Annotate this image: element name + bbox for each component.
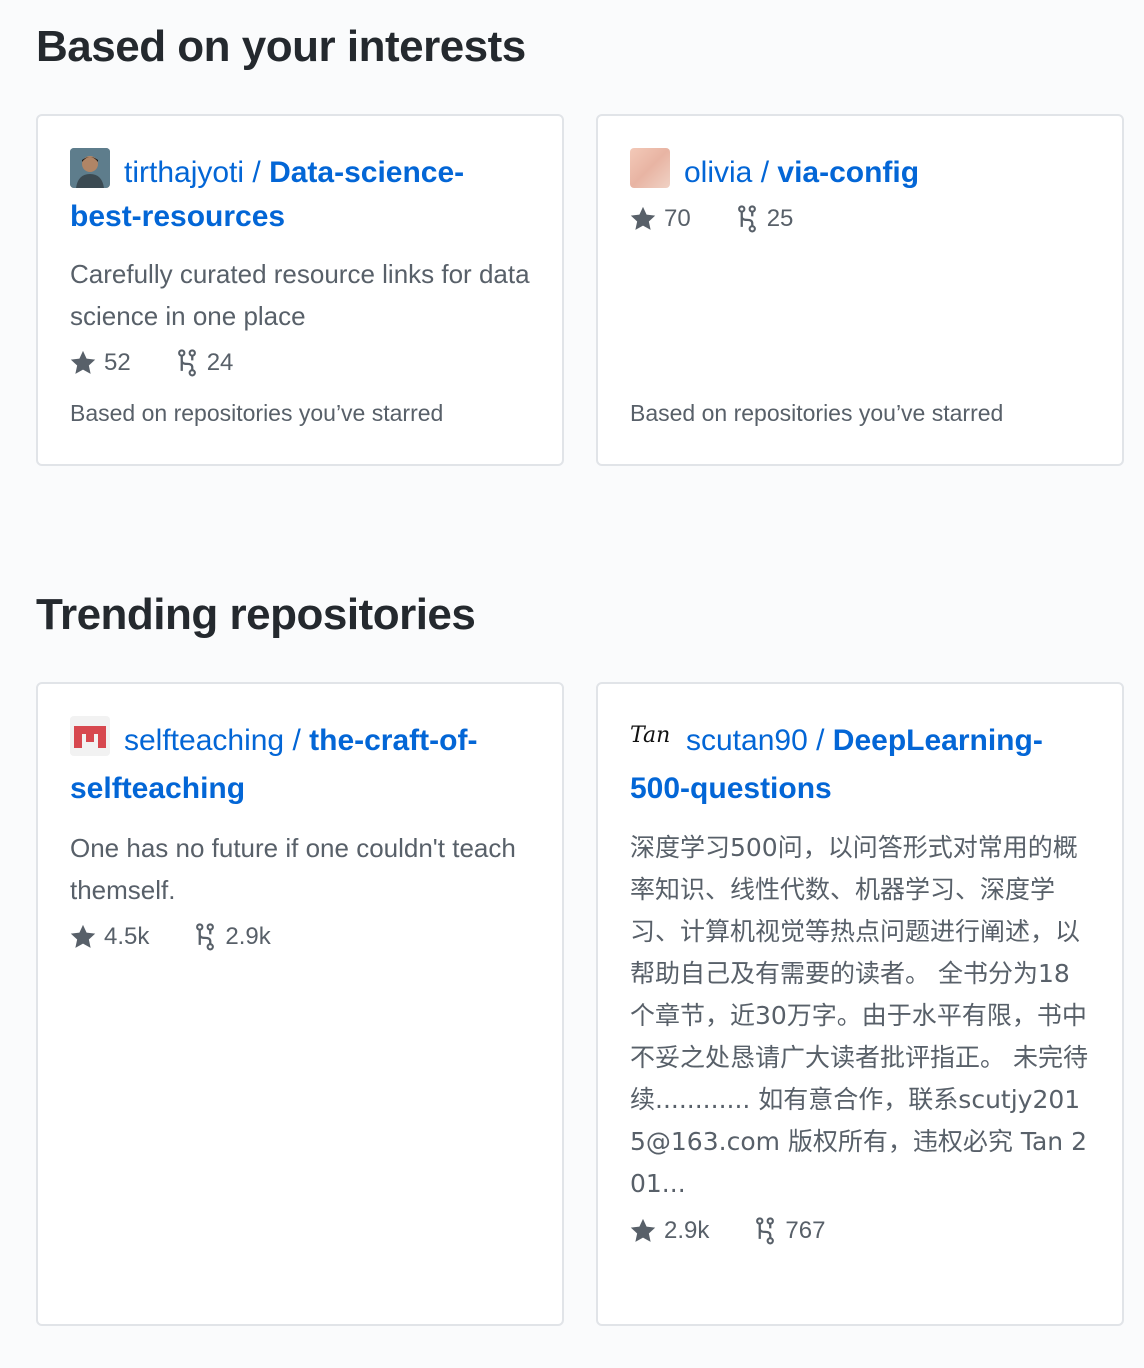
- star-icon: [630, 1218, 656, 1242]
- fork-count[interactable]: 25: [735, 205, 794, 233]
- star-count-value: 52: [104, 349, 131, 376]
- repo-link[interactable]: selfteaching / the-craft-of-selfteaching: [70, 716, 530, 813]
- owner-avatar[interactable]: [70, 716, 110, 756]
- repo-card: selfteaching / the-craft-of-selfteaching…: [36, 682, 564, 1326]
- repo-owner[interactable]: olivia: [684, 156, 752, 189]
- fork-count-value: 25: [766, 205, 794, 232]
- fork-icon: [737, 205, 756, 233]
- fork-count[interactable]: 2.9k: [193, 923, 271, 951]
- repo-description: 深度学习500问，以问答形式对常用的概率知识、线性代数、机器学习、深度学习、计算…: [630, 833, 1088, 1198]
- star-count[interactable]: 70: [630, 205, 691, 233]
- fork-count-value: 767: [785, 1217, 826, 1244]
- fork-count[interactable]: 767: [753, 1217, 825, 1245]
- repo-owner[interactable]: scutan90: [686, 724, 808, 757]
- repo-link[interactable]: olivia / via-config: [630, 148, 1090, 195]
- fork-count-value: 24: [206, 349, 234, 376]
- star-count[interactable]: 52: [70, 349, 131, 377]
- fork-count-value: 2.9k: [225, 923, 271, 950]
- repo-name-part2[interactable]: best-resources: [70, 200, 285, 233]
- fork-count[interactable]: 24: [175, 349, 234, 377]
- repo-stats: 4.5k 2.9k: [70, 923, 530, 951]
- repo-name-part2[interactable]: selfteaching: [70, 772, 245, 805]
- repo-link[interactable]: Tan scutan90 / DeepLearning- 500-questions: [630, 716, 1090, 813]
- person-avatar-icon: [70, 148, 110, 188]
- star-count[interactable]: 4.5k: [70, 923, 149, 951]
- recommendation-reason: Based on repositories you’ve starred: [630, 400, 1004, 426]
- repo-name-part1[interactable]: Data-science-: [269, 156, 464, 189]
- repo-description: Carefully curated resource links for dat…: [70, 259, 530, 331]
- section-title-interests: Based on your interests: [36, 22, 526, 71]
- owner-avatar[interactable]: [70, 148, 110, 188]
- fork-icon: [196, 923, 215, 951]
- repo-separator: /: [284, 724, 310, 757]
- star-icon: [630, 206, 656, 230]
- repo-card: tirthajyoti / Data-science-best-resource…: [36, 114, 564, 466]
- owner-avatar[interactable]: [630, 148, 670, 188]
- repo-name-part1[interactable]: DeepLearning-: [833, 724, 1043, 757]
- star-count-value: 2.9k: [664, 1217, 710, 1244]
- star-icon: [70, 350, 96, 374]
- star-count-value: 70: [664, 205, 691, 232]
- repo-owner[interactable]: tirthajyoti: [124, 156, 244, 189]
- repo-stats: 52 24: [70, 349, 530, 377]
- repo-card: olivia / via-config 70 25 Based on repos…: [596, 114, 1124, 466]
- fork-icon: [177, 349, 196, 377]
- fork-icon: [756, 1217, 775, 1245]
- recommendation-reason: Based on repositories you’ve starred: [70, 400, 444, 426]
- star-icon: [70, 924, 96, 948]
- repo-description: One has no future if one couldn't teach …: [70, 833, 516, 905]
- repo-stats: 2.9k 767: [630, 1217, 1090, 1245]
- explore-page: Based on your interests tirthajyoti / Da…: [0, 0, 1144, 1368]
- selfteaching-logo-icon: [70, 716, 110, 756]
- repo-separator: /: [244, 156, 270, 189]
- repo-name-part1[interactable]: the-craft-of-: [309, 724, 477, 757]
- repo-card: Tan scutan90 / DeepLearning- 500-questions…: [596, 682, 1124, 1326]
- repo-separator: /: [807, 724, 833, 757]
- repo-owner[interactable]: selfteaching: [124, 724, 284, 757]
- star-count[interactable]: 2.9k: [630, 1217, 709, 1245]
- repo-name-part2[interactable]: 500-questions: [630, 772, 832, 805]
- repo-name[interactable]: via-config: [777, 156, 919, 189]
- star-count-value: 4.5k: [104, 923, 150, 950]
- owner-avatar[interactable]: Tan: [630, 716, 672, 756]
- repo-stats: 70 25: [630, 205, 1090, 233]
- repo-link[interactable]: tirthajyoti / Data-science-best-resource…: [70, 148, 530, 239]
- section-title-trending: Trending repositories: [36, 590, 476, 639]
- repo-separator: /: [752, 156, 778, 189]
